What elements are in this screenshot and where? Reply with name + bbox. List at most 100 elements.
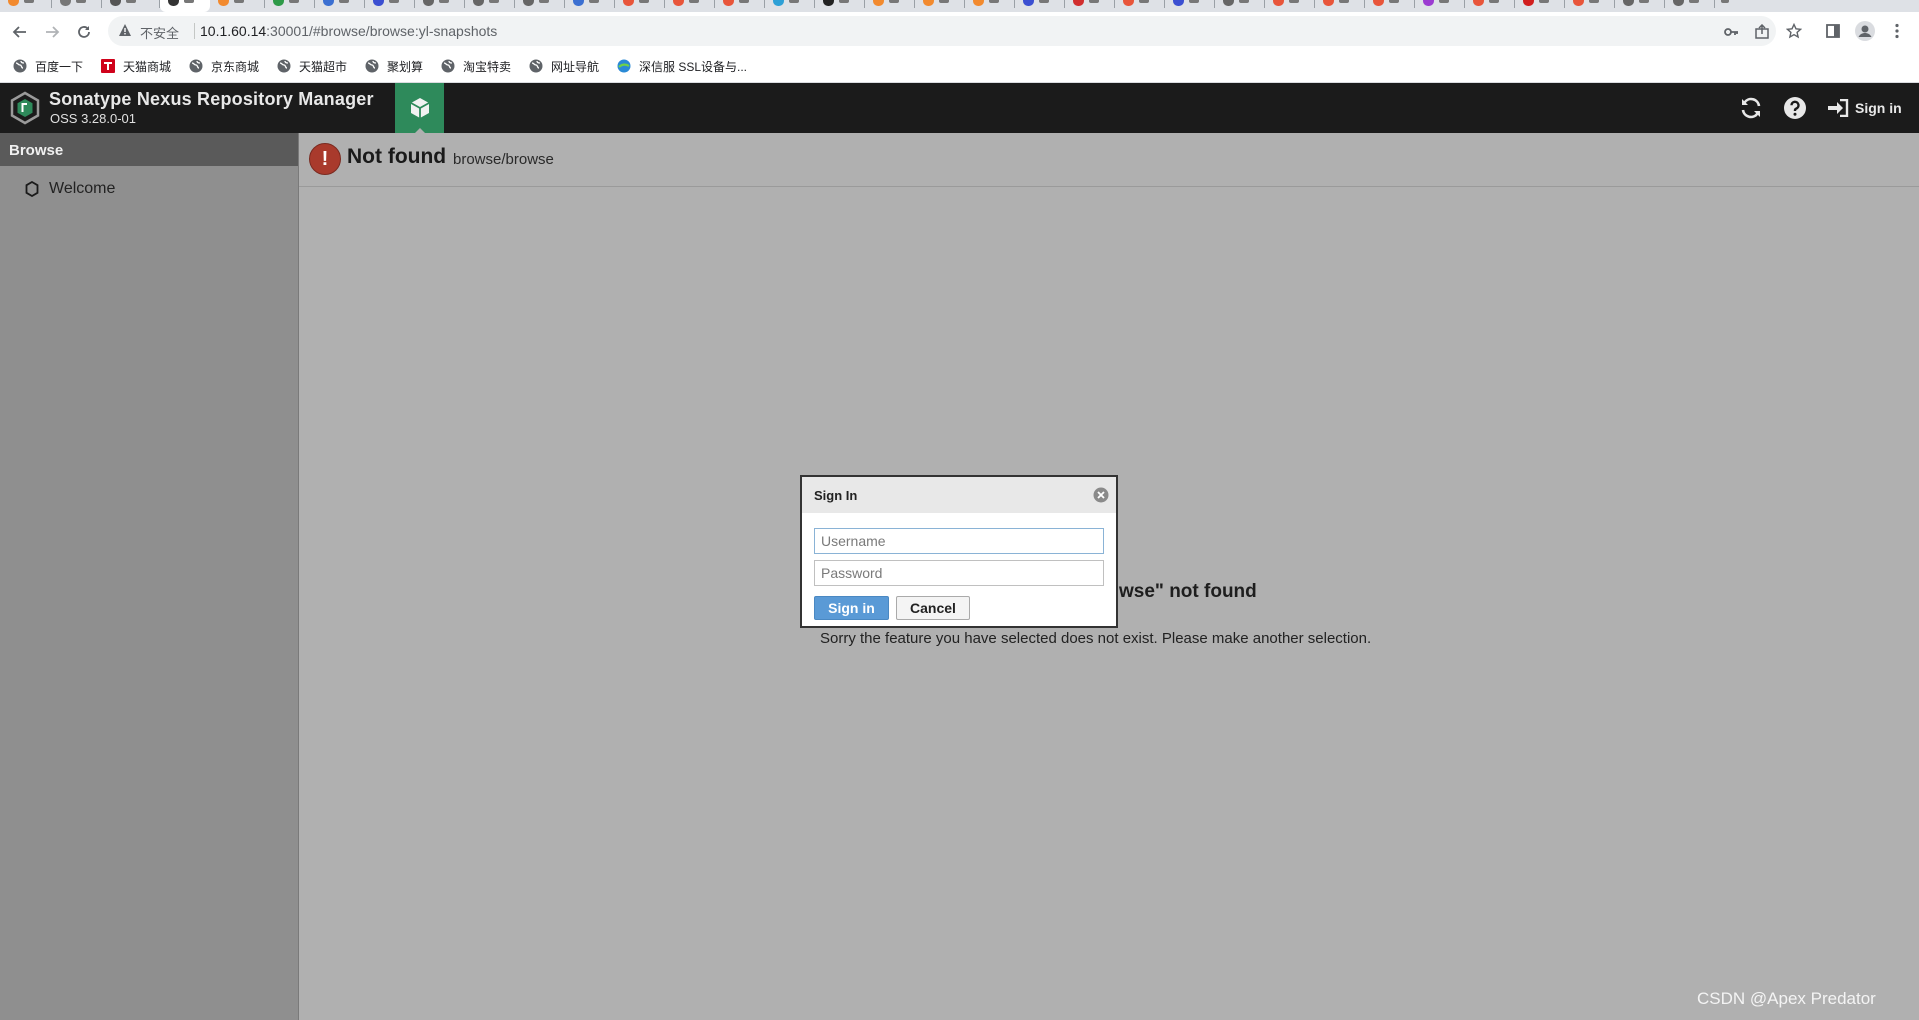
browse-mode-button[interactable] bbox=[395, 83, 444, 134]
browser-tab[interactable] bbox=[415, 0, 465, 12]
browser-toolbar: 不安全 10.1.60.14:30001/#browse/browse:yl-s… bbox=[0, 12, 1919, 50]
page-header: ! Not found browse/browse bbox=[299, 133, 1919, 187]
bookmark-item[interactable]: 网址导航 bbox=[529, 57, 599, 75]
sidebar-item-label: Welcome bbox=[49, 180, 116, 197]
globe-icon bbox=[529, 59, 543, 73]
app-version: OSS 3.28.0-01 bbox=[50, 111, 136, 126]
reload-button[interactable] bbox=[71, 19, 97, 45]
browser-tab[interactable] bbox=[365, 0, 415, 12]
bookmark-star-icon[interactable] bbox=[1784, 21, 1804, 41]
dialog-title: Sign In bbox=[814, 488, 858, 503]
url-path: :30001/#browse/browse:yl-snapshots bbox=[266, 23, 498, 39]
browser-tab[interactable] bbox=[1465, 0, 1515, 12]
sangfor-icon bbox=[617, 59, 631, 73]
warning-icon bbox=[118, 23, 132, 42]
hexagon-icon bbox=[25, 180, 39, 202]
bookmark-item[interactable]: 天猫超市 bbox=[277, 57, 347, 75]
not-found-message: Sorry the feature you have selected does… bbox=[820, 630, 1372, 647]
browser-tab[interactable] bbox=[665, 0, 715, 12]
arrow-right-icon bbox=[46, 26, 60, 38]
browser-tab[interactable] bbox=[965, 0, 1015, 12]
side-panel-icon[interactable] bbox=[1823, 21, 1843, 41]
security-status-label[interactable]: 不安全 bbox=[140, 23, 179, 42]
browser-tab[interactable] bbox=[1315, 0, 1365, 12]
back-button[interactable] bbox=[7, 19, 33, 45]
bookmarks-bar: 百度一下 天猫商城 京东商城 天猫超市 聚划算 淘宝特卖 网址导航 深信服 SS… bbox=[0, 50, 1919, 83]
bookmark-item[interactable]: 聚划算 bbox=[365, 57, 423, 75]
dialog-header: Sign In bbox=[802, 477, 1116, 513]
browser-tab[interactable] bbox=[815, 0, 865, 12]
sign-in-dialog: Sign In Sign in Cancel bbox=[800, 475, 1118, 628]
app-header: Sonatype Nexus Repository Manager OSS 3.… bbox=[0, 83, 1919, 134]
tmall-icon bbox=[101, 59, 115, 73]
address-bar[interactable]: 不安全 10.1.60.14:30001/#browse/browse:yl-s… bbox=[108, 16, 1776, 46]
bookmark-label: 天猫超市 bbox=[299, 59, 348, 74]
browser-tab[interactable] bbox=[1565, 0, 1615, 12]
kebab-menu-icon[interactable] bbox=[1887, 21, 1907, 41]
url-text[interactable]: 10.1.60.14:30001/#browse/browse:yl-snaps… bbox=[200, 23, 497, 39]
cube-icon bbox=[410, 98, 429, 118]
bookmark-item[interactable]: 淘宝特卖 bbox=[441, 57, 511, 75]
browser-tab[interactable] bbox=[1665, 0, 1715, 12]
browser-tab[interactable] bbox=[265, 0, 315, 12]
forward-button[interactable] bbox=[39, 19, 65, 45]
sidebar: Browse Welcome bbox=[0, 133, 299, 1020]
browser-tab-strip bbox=[0, 0, 1919, 12]
error-icon: ! bbox=[309, 143, 341, 175]
browser-tab[interactable] bbox=[52, 0, 102, 12]
help-button[interactable] bbox=[1783, 95, 1807, 121]
page-breadcrumb: browse/browse bbox=[453, 151, 554, 168]
url-host: 10.1.60.14 bbox=[200, 23, 267, 39]
not-found-title: wse" not found bbox=[1119, 581, 1257, 602]
browser-tab[interactable] bbox=[1015, 0, 1065, 12]
nexus-logo-icon[interactable] bbox=[9, 91, 41, 125]
browser-tab[interactable] bbox=[102, 0, 160, 12]
close-icon[interactable] bbox=[1093, 487, 1109, 503]
browser-tab[interactable] bbox=[1515, 0, 1565, 12]
username-field[interactable] bbox=[814, 528, 1104, 554]
share-icon[interactable] bbox=[1753, 23, 1771, 41]
browser-tab[interactable] bbox=[765, 0, 815, 12]
bookmark-label: 天猫商城 bbox=[123, 59, 172, 74]
browser-tab[interactable] bbox=[465, 0, 515, 12]
profile-avatar-icon[interactable] bbox=[1855, 21, 1875, 41]
new-tab-button[interactable] bbox=[1715, 0, 1745, 12]
browser-tab[interactable] bbox=[315, 0, 365, 12]
bookmark-label: 百度一下 bbox=[35, 59, 84, 74]
browser-tab[interactable] bbox=[1065, 0, 1115, 12]
sidebar-header: Browse bbox=[0, 133, 298, 166]
browser-tab[interactable] bbox=[865, 0, 915, 12]
header-sign-in-button[interactable]: Sign in bbox=[1827, 95, 1902, 121]
key-icon[interactable] bbox=[1722, 23, 1740, 41]
bookmark-item[interactable]: 京东商城 bbox=[189, 57, 259, 75]
sign-in-button[interactable]: Sign in bbox=[814, 596, 889, 620]
browser-tab[interactable] bbox=[1415, 0, 1465, 12]
browser-tab[interactable] bbox=[915, 0, 965, 12]
watermark-text: CSDN @Apex Predator bbox=[1697, 989, 1876, 1008]
cancel-button[interactable]: Cancel bbox=[896, 596, 970, 620]
bookmark-label: 深信服 SSL设备与... bbox=[639, 59, 748, 74]
sidebar-item-welcome[interactable]: Welcome bbox=[0, 175, 298, 203]
browser-tab[interactable] bbox=[0, 0, 52, 12]
browser-tab[interactable] bbox=[1615, 0, 1665, 12]
browser-tab[interactable] bbox=[1215, 0, 1265, 12]
browser-tab[interactable] bbox=[1115, 0, 1165, 12]
bookmark-item[interactable]: 天猫商城 bbox=[101, 57, 171, 75]
arrow-left-icon bbox=[12, 26, 26, 38]
bookmark-item[interactable]: 百度一下 bbox=[13, 57, 83, 75]
password-field[interactable] bbox=[814, 560, 1104, 586]
globe-icon bbox=[365, 59, 379, 73]
browser-tab[interactable] bbox=[515, 0, 565, 12]
browser-tab[interactable] bbox=[210, 0, 265, 12]
bookmark-item[interactable]: 深信服 SSL设备与... bbox=[617, 57, 747, 75]
browser-tab[interactable] bbox=[1265, 0, 1315, 12]
address-divider bbox=[194, 23, 195, 39]
browser-tab[interactable] bbox=[565, 0, 615, 12]
browser-tab[interactable] bbox=[1165, 0, 1215, 12]
browser-tab-active[interactable] bbox=[160, 0, 210, 12]
browser-tab[interactable] bbox=[1365, 0, 1415, 12]
browser-tab[interactable] bbox=[715, 0, 765, 12]
globe-icon bbox=[277, 59, 291, 73]
refresh-button[interactable] bbox=[1738, 95, 1764, 121]
browser-tab[interactable] bbox=[615, 0, 665, 12]
